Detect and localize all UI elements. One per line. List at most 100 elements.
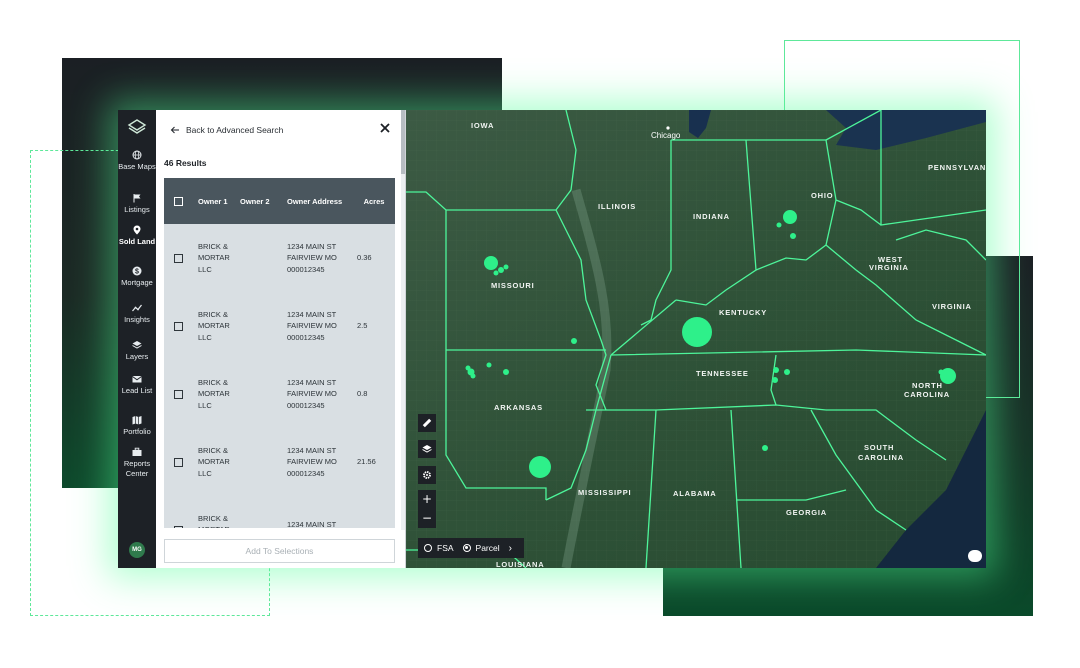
parcel-label: Parcel: [475, 543, 500, 553]
acres-cell: 21.56: [357, 457, 376, 467]
layers-icon: [422, 445, 432, 453]
back-to-advanced-search-link[interactable]: Back to Advanced Search: [186, 125, 283, 135]
owner-1-cell: BRICK & MORTAR LLC: [198, 377, 230, 410]
sidebar-item-label: Sold Land: [118, 237, 156, 246]
column-header-owner-address[interactable]: Owner Address: [287, 197, 351, 206]
sidebar-item-listings[interactable]: Listings: [118, 193, 156, 215]
logo-icon[interactable]: [127, 118, 147, 138]
parcel-marker[interactable]: [503, 264, 509, 270]
zoom-out-button[interactable]: −: [418, 509, 436, 528]
parcel-marker[interactable]: [784, 369, 790, 375]
parcel-marker[interactable]: [529, 456, 551, 478]
table-row[interactable]: BRICK & MORTAR LLC 1234 MAIN ST FAIRVIEW…: [164, 224, 395, 292]
parcel-marker[interactable]: [938, 369, 944, 375]
parcel-marker[interactable]: [503, 369, 509, 375]
parcel-marker[interactable]: [484, 256, 498, 270]
scrollbar-thumb[interactable]: [401, 110, 405, 174]
sidebar-item-insights[interactable]: Insights: [118, 303, 156, 325]
parcel-marker[interactable]: [762, 445, 768, 451]
table-row[interactable]: BRICK & MORTAR LLC 1234 MAIN ST FAIRVIEW…: [164, 360, 395, 428]
map-label-arkansas: ARKANSAS: [494, 403, 543, 412]
ruler-tool-button[interactable]: [418, 414, 436, 432]
table-header: Owner 1 Owner 2 Owner Address Acres: [164, 178, 395, 224]
row-checkbox[interactable]: [174, 389, 183, 399]
table-row[interactable]: BRICK & MORTAR LLC 1234 MAIN ST FAIRVIEW…: [164, 292, 395, 360]
acres-cell: 2.5: [357, 321, 368, 331]
parcel-marker[interactable]: [571, 338, 577, 344]
close-icon[interactable]: [379, 122, 391, 134]
map-icon: [132, 416, 142, 425]
results-table: Owner 1 Owner 2 Owner Address Acres BRIC…: [164, 178, 395, 528]
table-row[interactable]: BRICK & MORTAR LLC 1234 MAIN ST FAIRVIEW…: [164, 428, 395, 496]
column-header-acres[interactable]: Acres: [351, 197, 395, 206]
parcel-marker[interactable]: [493, 270, 499, 276]
map-label-alabama: ALABAMA: [673, 489, 717, 498]
sidebar-item-layers[interactable]: Layers: [118, 340, 156, 362]
owner-address-cell: 1234 MAIN ST FAIRVIEW MO 000012345: [287, 445, 337, 478]
map-label-north-carolina-1: NORTH: [912, 381, 943, 390]
panel-scrollbar[interactable]: [401, 110, 405, 530]
column-header-owner-1[interactable]: Owner 1: [193, 197, 240, 206]
select-all-cell: [164, 196, 193, 206]
sidebar-item-reports-center[interactable]: Reports Center: [118, 447, 156, 478]
map-label-kentucky: KENTUCKY: [719, 308, 767, 317]
map-label-ohio: OHIO: [811, 191, 833, 200]
parcel-marker[interactable]: [486, 362, 492, 368]
add-to-selections-button[interactable]: Add To Selections: [164, 539, 395, 563]
owner-address-cell: 1234 MAIN ST FAIRVIEW MO 000012345: [287, 309, 337, 342]
map-canvas[interactable]: IOWA Chicago PENNSYLVAN OHIO ILLINOIS IN…: [406, 110, 986, 568]
sidebar-item-sold-land[interactable]: Sold Land: [118, 225, 156, 247]
row-checkbox[interactable]: [174, 525, 183, 528]
layers-icon: [132, 341, 142, 349]
map-toggle-switch[interactable]: [968, 550, 982, 562]
map-label-iowa: IOWA: [471, 121, 494, 130]
arrow-left-icon[interactable]: [170, 125, 180, 135]
map-city-dot: [666, 126, 670, 130]
column-header-owner-2[interactable]: Owner 2: [240, 197, 287, 206]
map-label-pennsylvania: PENNSYLVAN: [928, 163, 986, 172]
sidebar-item-mortgage[interactable]: $ Mortgage: [118, 266, 156, 288]
parcel-marker[interactable]: [498, 267, 504, 273]
sidebar-item-base-maps[interactable]: Base Maps: [118, 150, 156, 172]
map-label-missouri: MISSOURI: [491, 281, 535, 290]
fsa-radio[interactable]: [424, 544, 432, 552]
row-checkbox[interactable]: [174, 457, 183, 467]
map-label-illinois: ILLINOIS: [598, 202, 636, 211]
svg-text:$: $: [135, 269, 139, 276]
parcel-marker[interactable]: [790, 233, 796, 239]
row-checkbox[interactable]: [174, 321, 183, 331]
parcel-marker[interactable]: [776, 222, 782, 228]
fsa-option[interactable]: FSA: [424, 543, 454, 553]
parcel-marker[interactable]: [465, 365, 471, 371]
acres-cell: 0.36: [357, 253, 372, 263]
avatar[interactable]: MG: [129, 542, 145, 558]
ruler-icon: [422, 418, 432, 428]
results-count: 46 Results: [164, 158, 207, 168]
owner-address-cell: 1234 MAIN ST FAIRVIEW: [287, 519, 337, 529]
map-pin-icon: [133, 225, 141, 235]
zoom-in-button[interactable]: +: [418, 490, 436, 509]
select-all-checkbox[interactable]: [174, 196, 183, 206]
chevron-right-icon[interactable]: ›: [509, 543, 512, 554]
flag-icon: [133, 194, 141, 203]
parcel-marker[interactable]: [783, 210, 797, 224]
parcel-marker[interactable]: [772, 377, 778, 383]
map-settings-button[interactable]: [418, 466, 436, 484]
fsa-label: FSA: [437, 543, 454, 553]
owner-address-cell: 1234 MAIN ST FAIRVIEW MO 000012345: [287, 241, 337, 274]
parcel-option[interactable]: Parcel: [462, 543, 500, 553]
sidebar-item-lead-list[interactable]: Lead List: [118, 374, 156, 396]
acres-cell: 0.8: [357, 389, 368, 399]
sidebar-item-portfolio[interactable]: Portfolio: [118, 415, 156, 437]
row-checkbox[interactable]: [174, 253, 183, 263]
parcel-radio[interactable]: [462, 544, 471, 552]
owner-1-cell: BRICK & MORTAR LLC: [198, 513, 230, 528]
map-layers-button[interactable]: [418, 440, 436, 458]
map-view[interactable]: IOWA Chicago PENNSYLVAN OHIO ILLINOIS IN…: [406, 110, 986, 568]
table-row[interactable]: BRICK & MORTAR LLC 1234 MAIN ST FAIRVIEW: [164, 496, 395, 528]
parcel-marker[interactable]: [773, 367, 779, 373]
insights-icon: [132, 304, 142, 312]
parcel-marker[interactable]: [470, 373, 476, 379]
sidebar-item-label: Insights: [124, 315, 150, 324]
parcel-marker[interactable]: [682, 317, 712, 347]
